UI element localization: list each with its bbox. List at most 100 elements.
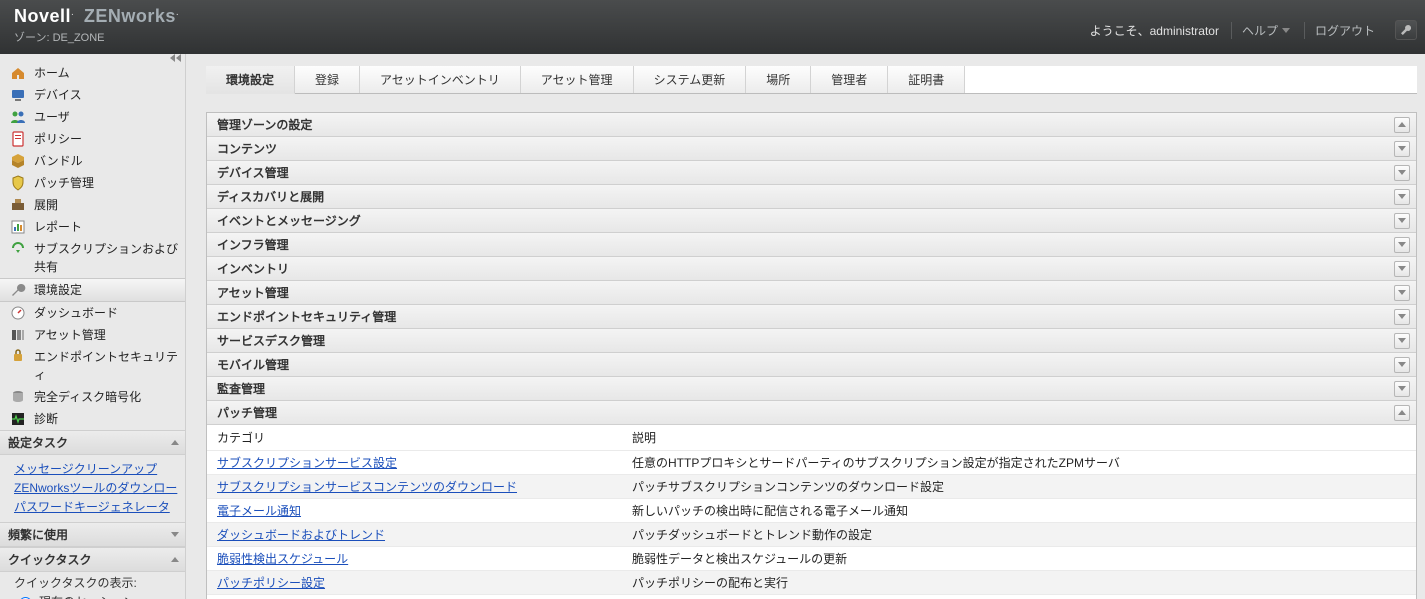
fulldisk-icon	[10, 389, 26, 405]
brand-dot2: .	[176, 7, 179, 18]
pm-category-link[interactable]: サブスクリプションサービスコンテンツのダウンロード	[217, 480, 517, 494]
chevron-down-icon	[1398, 266, 1406, 271]
pm-table-row: ダッシュボードおよびトレンドパッチダッシュボードとトレンド動作の設定	[207, 522, 1416, 546]
settings-task-link[interactable]: パスワードキージェネレータ	[14, 497, 185, 516]
accordion-label: インフラ管理	[217, 236, 289, 253]
sidebar-item-home[interactable]: ホーム	[0, 62, 185, 84]
quick-task-head[interactable]: クイックタスク	[0, 547, 185, 572]
tab-config[interactable]: 環境設定	[206, 66, 295, 94]
accordion-toggle[interactable]	[1394, 141, 1410, 157]
accordion-row[interactable]: コンテンツ	[207, 136, 1416, 160]
sidebar-item-bundles[interactable]: バンドル	[0, 150, 185, 172]
settings-task-link[interactable]: ZENworksツールのダウンロー	[14, 478, 185, 497]
pm-table-head: カテゴリ説明	[207, 424, 1416, 450]
accordion-toggle[interactable]	[1394, 189, 1410, 205]
accordion-row[interactable]: サービスデスク管理	[207, 328, 1416, 352]
accordion-toggle[interactable]	[1394, 213, 1410, 229]
accordion-row[interactable]: ディスカバリと展開	[207, 184, 1416, 208]
logout-link[interactable]: ログアウト	[1304, 22, 1385, 39]
sidebar-nav-list: ホームデバイスユーザポリシーバンドルパッチ管理展開レポートサブスクリプションおよ…	[0, 62, 185, 430]
accordion-toggle[interactable]	[1394, 309, 1410, 325]
accordion-label: ディスカバリと展開	[217, 188, 324, 205]
welcome-text: ようこそ、administrator	[1090, 22, 1219, 39]
accordion-row[interactable]: デバイス管理	[207, 160, 1416, 184]
pm-category-link[interactable]: パッチポリシー設定	[217, 576, 325, 590]
pm-col-description: 説明	[632, 429, 1406, 446]
pm-category-link[interactable]: ダッシュボードおよびトレンド	[217, 528, 385, 542]
accordion-row[interactable]: エンドポイントセキュリティ管理	[207, 304, 1416, 328]
accordion-row[interactable]: モバイル管理	[207, 352, 1416, 376]
tab-assetmgmt[interactable]: アセット管理	[521, 66, 634, 93]
accordion-label: モバイル管理	[217, 356, 289, 373]
sidebar-item-config[interactable]: 環境設定	[0, 278, 185, 302]
accordion-toggle[interactable]	[1394, 285, 1410, 301]
diagnostics-icon	[10, 411, 26, 427]
accordion-row[interactable]: 監査管理	[207, 376, 1416, 400]
accordion-row[interactable]: イベントとメッセージング	[207, 208, 1416, 232]
accordion-toggle[interactable]	[1394, 237, 1410, 253]
subscriptions-icon	[10, 240, 26, 256]
tab-sysupdate[interactable]: システム更新	[634, 66, 747, 93]
help-menu[interactable]: ヘルプ	[1231, 22, 1300, 39]
sidebar-item-dashboard[interactable]: ダッシュボード	[0, 302, 185, 324]
accordion-toggle[interactable]	[1394, 333, 1410, 349]
pm-category-link[interactable]: 電子メール通知	[217, 504, 301, 518]
zone-settings-accordion: 管理ゾーンの設定コンテンツデバイス管理ディスカバリと展開イベントとメッセージング…	[206, 112, 1417, 599]
accordion-row[interactable]: パッチ管理	[207, 400, 1416, 424]
pm-table-row: サブスクリプションサービスコンテンツのダウンロードパッチサブスクリプションコンテ…	[207, 474, 1416, 498]
sidebar-item-label: 環境設定	[34, 281, 82, 299]
sidebar-collapse[interactable]	[0, 54, 185, 62]
tab-cert[interactable]: 証明書	[888, 66, 965, 93]
brand-product: ZENworks	[84, 6, 176, 26]
frequently-used-head[interactable]: 頻繁に使用	[0, 522, 185, 547]
deployment-icon	[10, 197, 26, 213]
chevron-up-icon	[1398, 410, 1406, 415]
brand-block: Novell. ZENworks.	[14, 6, 179, 27]
chevron-down-icon	[1282, 28, 1290, 33]
zone-label: ゾーン: DE_ZONE	[14, 29, 179, 45]
tab-assetinv[interactable]: アセットインベントリ	[360, 66, 521, 93]
sidebar-item-patchmgmt[interactable]: パッチ管理	[0, 172, 185, 194]
sidebar-item-endpointsec[interactable]: エンドポイントセキュリティ	[0, 346, 185, 386]
tab-register[interactable]: 登録	[295, 66, 360, 93]
accordion-toggle[interactable]	[1394, 165, 1410, 181]
bundles-icon	[10, 153, 26, 169]
pm-col-category: カテゴリ	[217, 429, 632, 446]
pm-table-row: 強制的なベースライン設定強制的なベースラインインストールの動作方法に関するグロー…	[207, 594, 1416, 599]
settings-task-link[interactable]: メッセージクリーンアップ	[14, 459, 185, 478]
sidebar-item-devices[interactable]: デバイス	[0, 84, 185, 106]
sidebar-item-users[interactable]: ユーザ	[0, 106, 185, 128]
sidebar-item-assetmgmt[interactable]: アセット管理	[0, 324, 185, 346]
tab-location[interactable]: 場所	[746, 66, 811, 93]
accordion-toggle[interactable]	[1394, 357, 1410, 373]
patchmgmt-icon	[10, 175, 26, 191]
sidebar-item-reports[interactable]: レポート	[0, 216, 185, 238]
accordion-toggle[interactable]	[1394, 381, 1410, 397]
sidebar: ホームデバイスユーザポリシーバンドルパッチ管理展開レポートサブスクリプションおよ…	[0, 54, 186, 599]
pm-category-link[interactable]: サブスクリプションサービス設定	[217, 456, 397, 470]
sidebar-item-deployment[interactable]: 展開	[0, 194, 185, 216]
accordion-row[interactable]: 管理ゾーンの設定	[207, 113, 1416, 136]
accordion-row[interactable]: インフラ管理	[207, 232, 1416, 256]
accordion-row[interactable]: アセット管理	[207, 280, 1416, 304]
chevron-down-icon	[1398, 218, 1406, 223]
tab-admin[interactable]: 管理者	[811, 66, 888, 93]
accordion-label: 監査管理	[217, 380, 265, 397]
settings-tasks-head[interactable]: 設定タスク	[0, 430, 185, 455]
zone-prefix: ゾーン:	[14, 32, 53, 44]
pm-category-link[interactable]: 脆弱性検出スケジュール	[217, 552, 348, 566]
sidebar-item-diagnostics[interactable]: 診断	[0, 408, 185, 430]
sidebar-item-subscriptions[interactable]: サブスクリプションおよび共有	[0, 238, 185, 278]
sidebar-item-label: ユーザ	[34, 108, 70, 126]
chevron-up-icon	[1398, 122, 1406, 127]
tool-icon-button[interactable]	[1395, 20, 1417, 40]
sidebar-item-policies[interactable]: ポリシー	[0, 128, 185, 150]
pm-table-row: パッチポリシー設定パッチポリシーの配布と実行	[207, 570, 1416, 594]
pm-description: 新しいパッチの検出時に配信される電子メール通知	[632, 502, 1406, 519]
quick-task-radio-row[interactable]: 現在のセッション	[0, 593, 185, 599]
accordion-toggle[interactable]	[1394, 405, 1410, 421]
sidebar-item-fulldisk[interactable]: 完全ディスク暗号化	[0, 386, 185, 408]
accordion-toggle[interactable]	[1394, 261, 1410, 277]
accordion-toggle[interactable]	[1394, 117, 1410, 133]
accordion-row[interactable]: インベントリ	[207, 256, 1416, 280]
